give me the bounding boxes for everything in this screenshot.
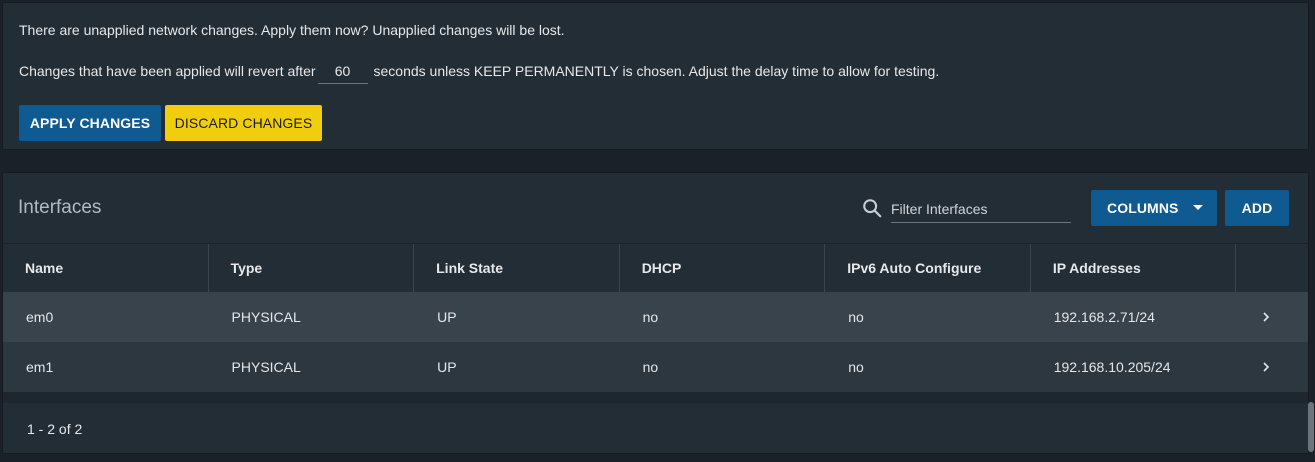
column-header-dhcp[interactable]: DHCP (620, 244, 826, 292)
scrollbar-thumb[interactable] (1308, 402, 1314, 452)
table-row[interactable]: em0 PHYSICAL UP no no 192.168.2.71/24 (3, 292, 1308, 342)
interfaces-title: Interfaces (18, 197, 102, 218)
columns-dropdown-button[interactable]: COLUMNS (1091, 190, 1217, 226)
column-header-ip-addresses[interactable]: IP Addresses (1031, 244, 1237, 292)
cell-link-state: UP (437, 309, 457, 325)
chevron-right-icon[interactable] (1236, 342, 1308, 392)
revert-text-after: seconds unless KEEP PERMANENTLY is chose… (373, 63, 940, 79)
cell-link-state: UP (437, 359, 457, 375)
column-header-ipv6-auto-configure[interactable]: IPv6 Auto Configure (825, 244, 1031, 292)
table-row[interactable]: em1 PHYSICAL UP no no 192.168.10.205/24 (3, 342, 1308, 392)
unapplied-changes-message: There are unapplied network changes. App… (19, 22, 565, 38)
column-header-link-state[interactable]: Link State (414, 244, 620, 292)
caret-down-icon (1179, 190, 1217, 226)
cell-ip-addresses: 192.168.2.71/24 (1053, 309, 1155, 325)
unapplied-changes-card: There are unapplied network changes. App… (2, 2, 1309, 150)
revert-delay-message: Changes that have been applied will reve… (19, 58, 939, 84)
discard-changes-button[interactable]: DISCARD CHANGES (165, 105, 322, 141)
filter-interfaces-input[interactable] (891, 195, 1071, 223)
apply-changes-button[interactable]: APPLY CHANGES (19, 105, 161, 141)
pagination-range: 1 - 2 of 2 (27, 421, 83, 437)
chevron-right-icon[interactable] (1236, 292, 1308, 342)
cell-ipv6: no (848, 359, 864, 375)
column-header-expand (1236, 244, 1308, 292)
cell-ip-addresses: 192.168.10.205/24 (1053, 359, 1171, 375)
add-interface-button[interactable]: ADD (1225, 190, 1289, 226)
table-footer-divider (3, 392, 1308, 403)
cell-ipv6: no (848, 309, 864, 325)
interfaces-card: Interfaces COLUMNS ADD Name Type Link St… (2, 172, 1309, 454)
column-header-type[interactable]: Type (209, 244, 415, 292)
revert-delay-input[interactable] (317, 58, 368, 84)
columns-label: COLUMNS (1107, 200, 1179, 216)
cell-dhcp: no (642, 309, 659, 325)
search-icon (863, 199, 882, 218)
cell-type: PHYSICAL (231, 309, 301, 325)
cell-dhcp: no (642, 359, 659, 375)
cell-name: em0 (26, 309, 54, 325)
cell-name: em1 (26, 359, 54, 375)
table-header: Name Type Link State DHCP IPv6 Auto Conf… (3, 243, 1308, 292)
revert-text-before: Changes that have been applied will reve… (19, 63, 316, 79)
column-header-name[interactable]: Name (3, 244, 209, 292)
cell-type: PHYSICAL (231, 359, 301, 375)
